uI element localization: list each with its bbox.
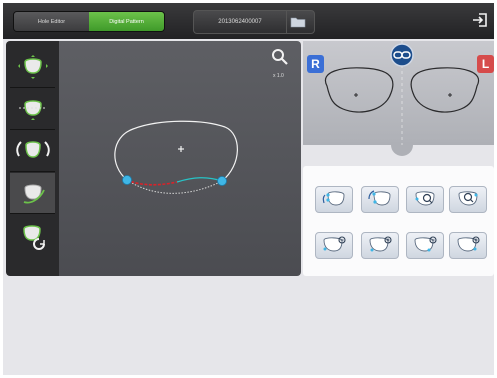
shape-canvas[interactable] xyxy=(59,41,301,276)
zoom-level: x 1.0 xyxy=(273,73,284,79)
right-control-handle[interactable] xyxy=(217,176,227,186)
exit-icon[interactable] xyxy=(472,12,488,28)
sidebar-item-restore[interactable] xyxy=(10,215,55,255)
top-bar: Hole Editor Digital Pattern 201306240000… xyxy=(3,3,494,39)
folder-icon[interactable] xyxy=(290,16,306,28)
tool-zoom-bottom-mid[interactable] xyxy=(361,232,399,259)
zoom-bottom-far-icon xyxy=(457,236,480,252)
select-point-icon xyxy=(322,191,345,206)
zoom-bottom-left-icon xyxy=(323,236,346,252)
left-eye-badge[interactable]: L xyxy=(477,55,494,73)
sidebar-item-rotate[interactable] xyxy=(10,131,55,172)
magnifier-icon[interactable] xyxy=(272,49,288,65)
restore-shape-icon xyxy=(22,225,45,250)
lens-shape-editor[interactable] xyxy=(59,41,301,276)
left-eye-label: L xyxy=(481,57,490,71)
tool-select-point[interactable] xyxy=(315,186,353,213)
tool-zoom-bottom-far[interactable] xyxy=(449,232,487,259)
sidebar xyxy=(6,41,59,276)
sidebar-item-edit-shape[interactable] xyxy=(10,173,55,214)
zoom-bottom-mid-icon xyxy=(369,236,392,252)
move-point-icon xyxy=(368,190,391,206)
tab-digital-pattern[interactable]: Digital Pattern xyxy=(89,12,164,31)
tool-zoom-bottom-left[interactable] xyxy=(315,232,353,259)
sidebar-item-bevel[interactable] xyxy=(10,89,55,130)
zoom-center-icon xyxy=(458,191,478,206)
rotate-lens-icon xyxy=(15,141,50,158)
mode-tabs: Hole Editor Digital Pattern xyxy=(13,11,165,32)
tool-move-point[interactable] xyxy=(361,186,399,213)
tool-zoom-bottom-right[interactable] xyxy=(406,232,444,259)
zoom-bottom-right-icon xyxy=(414,236,437,252)
lens-pair-panel: R L xyxy=(303,41,494,156)
left-control-handle[interactable] xyxy=(122,175,132,185)
edit-shape-icon xyxy=(23,184,45,204)
app-frame: Hole Editor Digital Pattern 201306240000… xyxy=(3,3,494,375)
tool-zoom-center[interactable] xyxy=(449,186,487,213)
pattern-field[interactable]: 2013062400007 xyxy=(193,10,315,34)
tab-hole-editor[interactable]: Hole Editor xyxy=(14,12,89,31)
bevel-position-icon xyxy=(18,100,47,120)
edit-tools-panel xyxy=(303,166,494,276)
pattern-number: 2013062400007 xyxy=(194,11,287,33)
right-eye-label: R xyxy=(311,57,320,71)
tool-zoom-point[interactable] xyxy=(406,186,444,213)
right-eye-badge[interactable]: R xyxy=(307,55,324,73)
zoom-point-icon xyxy=(415,191,435,206)
lens-pair-preview xyxy=(324,41,480,156)
link-icon[interactable] xyxy=(390,43,414,67)
resize-lens-icon xyxy=(17,55,48,79)
sidebar-item-resize[interactable] xyxy=(10,47,55,88)
